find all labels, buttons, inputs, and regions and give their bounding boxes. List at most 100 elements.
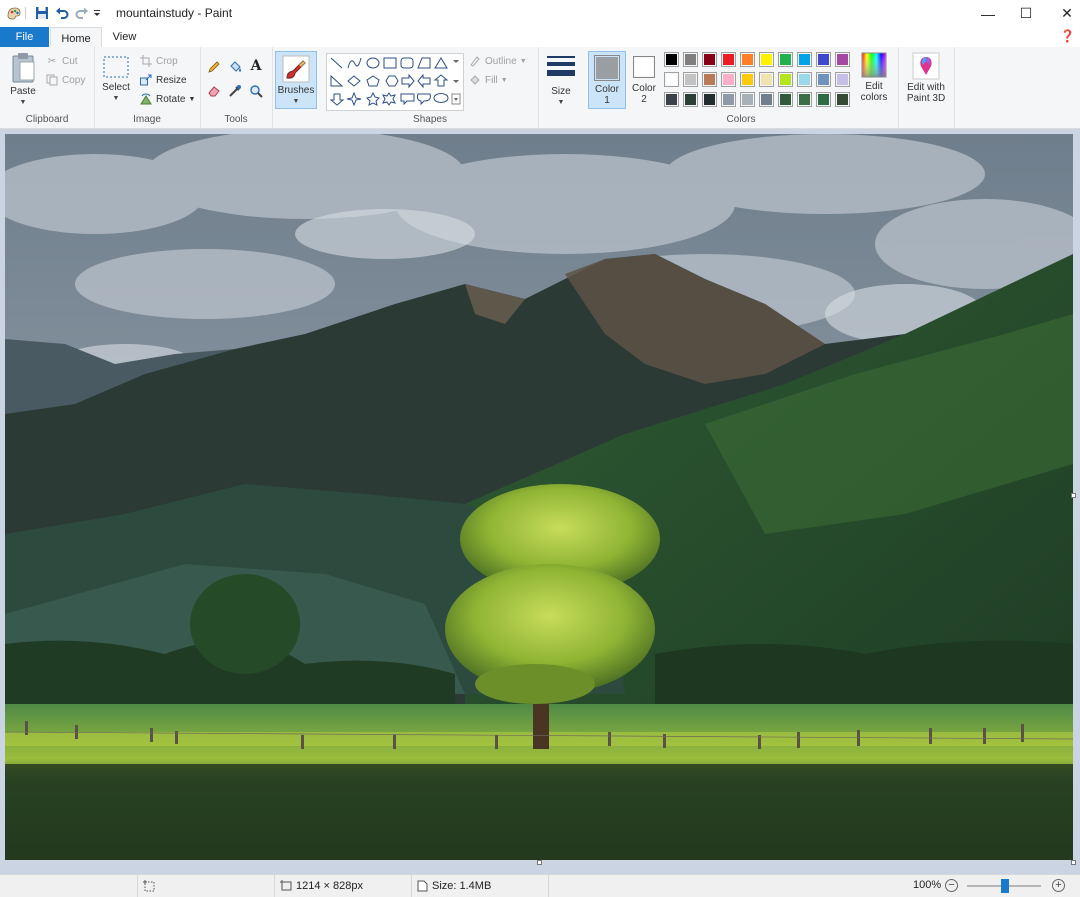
shapes-gallery[interactable] — [326, 53, 464, 111]
shapes-group: Outline ▼ Fill ▼ Shapes — [322, 47, 539, 128]
tab-home[interactable]: Home — [50, 27, 102, 49]
copy-button[interactable]: Copy — [45, 73, 85, 87]
rotate-button[interactable]: Rotate ▼ — [139, 92, 195, 106]
fill-icon — [468, 73, 482, 87]
palette-swatch[interactable] — [778, 92, 793, 107]
zoom-slider-thumb[interactable] — [1001, 879, 1009, 893]
palette-swatch[interactable] — [759, 92, 774, 107]
palette-swatch[interactable] — [740, 92, 755, 107]
size-button[interactable]: Size ▼ — [544, 54, 578, 108]
palette-swatch[interactable] — [797, 72, 812, 87]
edit-with-paint3d-button[interactable]: Edit with Paint 3D — [902, 52, 950, 104]
paint-app-icon[interactable] — [6, 5, 22, 21]
image-canvas[interactable] — [5, 134, 1073, 860]
edit-colors-button[interactable]: Edit colors — [856, 52, 892, 103]
palette-swatch[interactable] — [702, 92, 717, 107]
resize-button[interactable]: Resize — [139, 73, 187, 87]
status-file-size: Size: 1.4MB — [411, 875, 549, 897]
color2-button[interactable]: Color 2 — [628, 52, 660, 105]
magnifier-icon[interactable] — [249, 84, 263, 98]
palette-swatch[interactable] — [816, 52, 831, 67]
tab-file[interactable]: File — [0, 27, 49, 47]
resize-handle-corner[interactable] — [1071, 860, 1076, 865]
crop-icon — [139, 54, 153, 68]
palette-swatch[interactable] — [683, 52, 698, 67]
palette-swatch[interactable] — [816, 92, 831, 107]
brushes-button[interactable]: Brushes ▼ — [275, 51, 317, 109]
palette-swatch[interactable] — [683, 92, 698, 107]
color-picker-icon[interactable] — [228, 84, 242, 98]
palette-swatch[interactable] — [759, 72, 774, 87]
palette-swatch[interactable] — [702, 52, 717, 67]
text-icon[interactable]: A — [249, 58, 263, 74]
image-group-label: Image — [133, 114, 161, 125]
mountain-landscape-painting — [5, 134, 1073, 860]
color2-swatch — [633, 56, 655, 78]
undo-icon[interactable] — [54, 5, 70, 21]
eraser-icon[interactable] — [207, 84, 221, 98]
image-dimensions-text: 1214 × 828px — [296, 880, 363, 892]
resize-icon — [139, 73, 153, 87]
selection-size-icon — [143, 880, 155, 892]
fill-button[interactable]: Fill ▼ — [468, 73, 508, 87]
size-label: Size — [551, 86, 571, 97]
palette-swatch[interactable] — [835, 72, 850, 87]
chevron-down-icon: ▼ — [19, 99, 27, 106]
window-title: mountainstudy - Paint — [116, 6, 233, 20]
resize-handle-bottom[interactable] — [537, 860, 542, 865]
cut-button[interactable]: ✂ Cut — [45, 54, 78, 68]
outline-button[interactable]: Outline ▼ — [468, 54, 527, 68]
palette-swatch[interactable] — [664, 52, 679, 67]
file-size-icon — [417, 880, 428, 892]
resize-handle-right[interactable] — [1071, 493, 1076, 498]
image-dimensions-icon — [280, 880, 292, 892]
close-button[interactable]: ✕ — [1044, 0, 1080, 27]
pencil-icon[interactable] — [207, 60, 221, 74]
palette-swatch[interactable] — [702, 72, 717, 87]
palette-swatch[interactable] — [740, 72, 755, 87]
color1-button[interactable]: Color 1 — [588, 51, 626, 109]
palette-swatch[interactable] — [683, 72, 698, 87]
quick-access-dropdown-icon[interactable] — [92, 5, 102, 21]
palette-swatch[interactable] — [740, 52, 755, 67]
save-icon[interactable] — [34, 5, 50, 21]
colors-group-label: Colors — [726, 114, 756, 125]
palette-swatch[interactable] — [835, 52, 850, 67]
palette-swatch[interactable] — [797, 52, 812, 67]
palette-swatch[interactable] — [721, 92, 736, 107]
palette-swatch[interactable] — [721, 52, 736, 67]
palette-swatch[interactable] — [816, 72, 831, 87]
zoom-out-button[interactable]: − — [945, 879, 958, 892]
palette-swatch[interactable] — [721, 72, 736, 87]
crop-button[interactable]: Crop — [139, 54, 178, 68]
outline-icon — [468, 54, 482, 68]
tools-group-label: Tools — [224, 114, 248, 125]
palette-swatch[interactable] — [778, 52, 793, 67]
redo-icon[interactable] — [74, 5, 90, 21]
palette-swatch[interactable] — [797, 92, 812, 107]
palette-swatch[interactable] — [664, 72, 679, 87]
scissors-icon: ✂ — [47, 55, 57, 67]
chevron-down-icon: ▼ — [112, 95, 120, 102]
shapes-group-label: Shapes — [413, 114, 447, 125]
brushes-label: Brushes — [277, 85, 315, 96]
status-image-dimensions: 1214 × 828px — [274, 875, 412, 897]
palette-swatch[interactable] — [835, 92, 850, 107]
select-label: Select — [102, 82, 130, 93]
palette-swatch[interactable] — [664, 92, 679, 107]
maximize-button[interactable]: ☐ — [1003, 0, 1049, 27]
file-size-text: Size: 1.4MB — [432, 880, 492, 892]
crop-label: Crop — [156, 55, 178, 67]
paint3d-group: Edit with Paint 3D — [898, 47, 955, 128]
paste-label: Paste — [10, 86, 36, 97]
select-button[interactable]: Select ▼ — [98, 55, 134, 104]
shapes-gallery-icons — [329, 57, 461, 107]
tab-view[interactable]: View — [101, 27, 148, 47]
zoom-in-button[interactable]: + — [1052, 879, 1065, 892]
palette-swatch[interactable] — [759, 52, 774, 67]
help-icon[interactable]: ❓ — [1060, 29, 1075, 43]
palette-swatch[interactable] — [778, 72, 793, 87]
fill-bucket-icon[interactable] — [228, 60, 242, 74]
colors-group: Color 1 Color 2 Edit colors Colors — [584, 47, 899, 128]
paste-button[interactable]: Paste ▼ — [6, 52, 40, 108]
